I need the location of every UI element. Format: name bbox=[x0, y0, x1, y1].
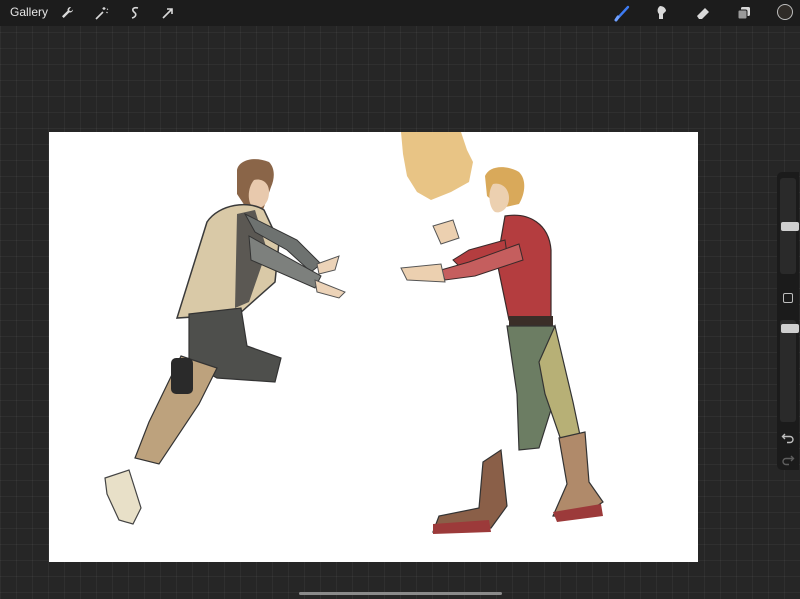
right-figure bbox=[400, 167, 604, 534]
smudge-icon[interactable] bbox=[653, 4, 671, 22]
paint-blob bbox=[401, 132, 473, 200]
modify-button[interactable] bbox=[783, 293, 793, 303]
brush-icon[interactable] bbox=[613, 4, 631, 22]
undo-icon[interactable] bbox=[781, 430, 795, 444]
top-toolbar: Gallery bbox=[0, 0, 800, 26]
canvas-artwork bbox=[104, 132, 604, 534]
drawing-canvas[interactable] bbox=[49, 132, 698, 562]
brush-opacity-thumb[interactable] bbox=[781, 324, 799, 333]
brush-size-slider[interactable] bbox=[780, 178, 799, 274]
home-indicator bbox=[299, 592, 502, 595]
selection-icon[interactable] bbox=[126, 4, 144, 22]
layers-icon[interactable] bbox=[735, 4, 753, 22]
redo-icon[interactable] bbox=[781, 452, 795, 466]
color-picker-button[interactable] bbox=[777, 4, 793, 20]
magic-wand-icon[interactable] bbox=[92, 4, 110, 22]
left-figure bbox=[104, 159, 346, 525]
brush-size-thumb[interactable] bbox=[781, 222, 799, 231]
gallery-button[interactable]: Gallery bbox=[10, 5, 48, 19]
brush-sidebar bbox=[777, 172, 799, 470]
eraser-icon[interactable] bbox=[694, 4, 712, 22]
brush-opacity-slider[interactable] bbox=[780, 320, 799, 422]
wrench-icon[interactable] bbox=[58, 4, 76, 22]
transform-arrow-icon[interactable] bbox=[159, 4, 177, 22]
